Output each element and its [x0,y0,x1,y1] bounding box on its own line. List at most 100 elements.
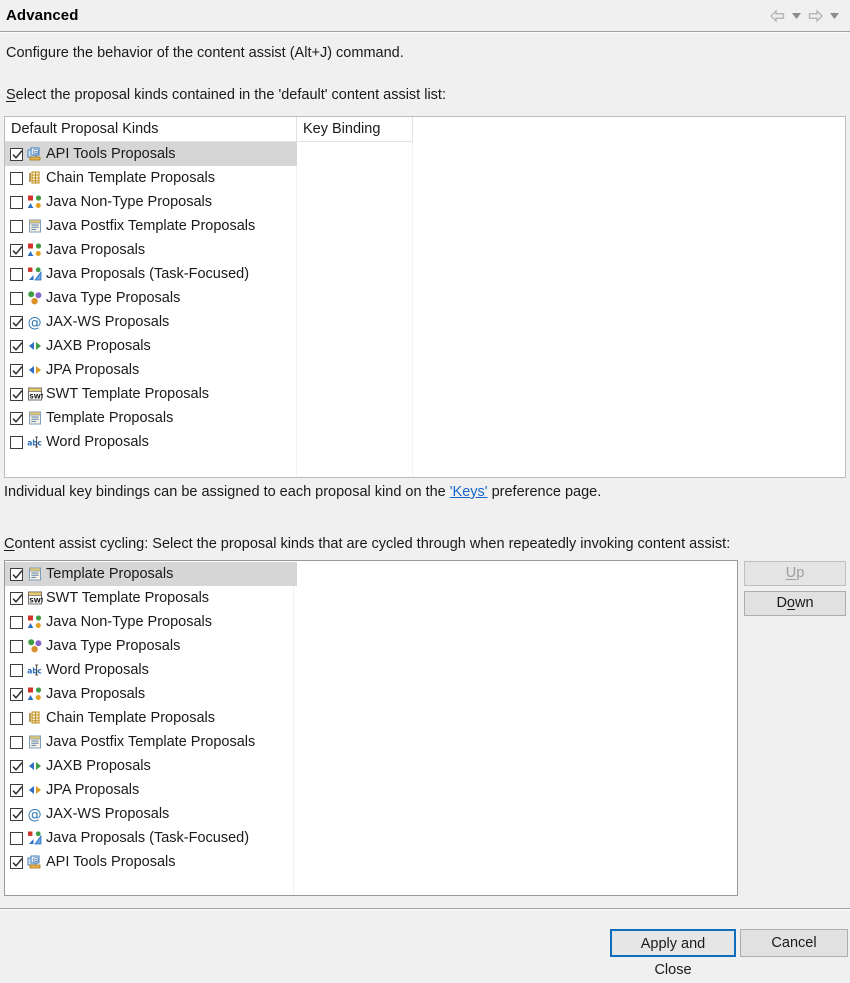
checkbox[interactable] [10,567,23,581]
table-row[interactable]: SWTSWT Template Proposals [5,382,297,406]
row-label: Word Proposals [46,434,149,450]
default-proposal-kinds-table[interactable]: Default Proposal Kinds Key Binding @ API … [4,116,846,478]
word-abc-icon: ab c [27,434,43,450]
apply-and-close-button[interactable]: Apply and Close [610,929,736,978]
table-row[interactable]: SWTSWT Template Proposals [5,586,297,610]
checkbox[interactable] [10,267,23,281]
table-row[interactable]: @ API Tools Proposals [5,850,297,874]
table-row[interactable]: JPA Proposals [5,358,297,382]
keys-preference-link[interactable]: 'Keys' [450,484,488,500]
java-task-icon [27,266,43,282]
down-button-label: wn [795,595,814,611]
svg-text:SWT: SWT [29,393,43,401]
default-proposal-rows: @ API Tools Proposals Chain Template Propo… [5,142,845,454]
down-button-prefix: D [776,595,787,611]
java-nontype-icon [27,194,43,210]
table-row[interactable]: Chain Template Proposals [5,706,297,730]
column-header-key-binding[interactable]: Key Binding [297,117,413,142]
table-row[interactable]: Java Non-Type Proposals [5,610,297,634]
checkbox[interactable] [10,591,23,605]
checkbox[interactable] [10,291,23,305]
move-down-button[interactable]: Down [744,591,846,616]
row-label: SWT Template Proposals [46,590,210,606]
move-up-button[interactable]: Up [744,561,846,586]
table-row[interactable]: ab c Word Proposals [5,430,297,454]
checkbox[interactable] [10,219,23,233]
java-type-icon [27,638,43,654]
checkbox[interactable] [10,831,23,845]
checkbox[interactable] [10,243,23,257]
table-row[interactable]: JPA Proposals [5,778,297,802]
checkbox[interactable] [10,615,23,629]
table-row[interactable]: Java Type Proposals [5,286,297,310]
checkbox[interactable] [10,195,23,209]
table-row[interactable]: @ JAX-WS Proposals [5,802,297,826]
back-arrow-icon[interactable] [766,5,788,27]
swt-template-icon: SWT [27,386,43,402]
table-row[interactable]: JAXB Proposals [5,754,297,778]
checkbox[interactable] [10,147,23,161]
checkbox[interactable] [10,711,23,725]
svg-text:@: @ [32,856,39,864]
checkbox[interactable] [10,171,23,185]
forward-dropdown-chevron-down-icon[interactable] [826,5,842,27]
back-dropdown-chevron-down-icon[interactable] [788,5,804,27]
checkbox[interactable] [10,435,23,449]
table-row[interactable]: Java Type Proposals [5,634,297,658]
content-assist-cycling-table[interactable]: Template Proposals SWTSWT Template Propos… [4,560,738,896]
table-row[interactable]: Template Proposals [5,406,297,430]
checkbox[interactable] [10,783,23,797]
table-row[interactable]: Template Proposals [5,562,297,586]
table-row[interactable]: Java Proposals (Task-Focused) [5,826,297,850]
checkbox[interactable] [10,315,23,329]
checkbox[interactable] [10,687,23,701]
table-row[interactable]: Java Proposals [5,682,297,706]
chain-template-icon [27,170,43,186]
jpa-arrows-icon [27,362,43,378]
svg-text:@: @ [28,807,42,822]
java-nontype-icon [27,614,43,630]
table-row[interactable]: ab c Word Proposals [5,658,297,682]
page-description: Configure the behavior of the content as… [6,45,404,61]
chain-template-icon [27,710,43,726]
page-title: Advanced [6,7,79,24]
cancel-button[interactable]: Cancel [740,929,848,957]
table-row[interactable]: @ JAX-WS Proposals [5,310,297,334]
row-label: SWT Template Proposals [46,386,210,402]
checkbox[interactable] [10,663,23,677]
table-row[interactable]: Java Postfix Template Proposals [5,214,297,238]
dialog-footer: Apply and Close Cancel [0,915,850,978]
checkbox[interactable] [10,759,23,773]
table-row[interactable]: @ API Tools Proposals [5,142,297,166]
checkbox[interactable] [10,855,23,869]
forward-arrow-icon[interactable] [804,5,826,27]
row-label: Java Type Proposals [46,290,181,306]
cycling-list-label-mnemonic: C [4,536,15,552]
checkbox[interactable] [10,639,23,653]
java-task-icon [27,830,43,846]
checkbox[interactable] [10,411,23,425]
key-bindings-hint-prefix: Individual key bindings can be assigned … [4,484,450,500]
row-label: Java Proposals [46,242,146,258]
table-row[interactable]: Chain Template Proposals [5,166,297,190]
checkbox[interactable] [10,735,23,749]
checkbox[interactable] [10,387,23,401]
row-label: Template Proposals [46,566,174,582]
checkbox[interactable] [10,363,23,377]
table-row[interactable]: Java Postfix Template Proposals [5,730,297,754]
up-button-label: p [796,565,805,581]
swt-template-icon: SWT [27,590,43,606]
table-row[interactable]: JAXB Proposals [5,334,297,358]
at-sign-icon: @ [27,806,43,822]
table-row[interactable]: Java Proposals (Task-Focused) [5,262,297,286]
checkbox[interactable] [10,339,23,353]
row-label: Java Non-Type Proposals [46,194,213,210]
cycling-proposal-rows: Template Proposals SWTSWT Template Propos… [5,561,737,874]
checkbox[interactable] [10,807,23,821]
column-header-default-proposal-kinds[interactable]: Default Proposal Kinds [5,117,297,142]
row-label: JPA Proposals [46,782,140,798]
at-sign-icon: @ [27,314,43,330]
word-abc-icon: ab c [27,662,43,678]
table-row[interactable]: Java Proposals [5,238,297,262]
table-row[interactable]: Java Non-Type Proposals [5,190,297,214]
